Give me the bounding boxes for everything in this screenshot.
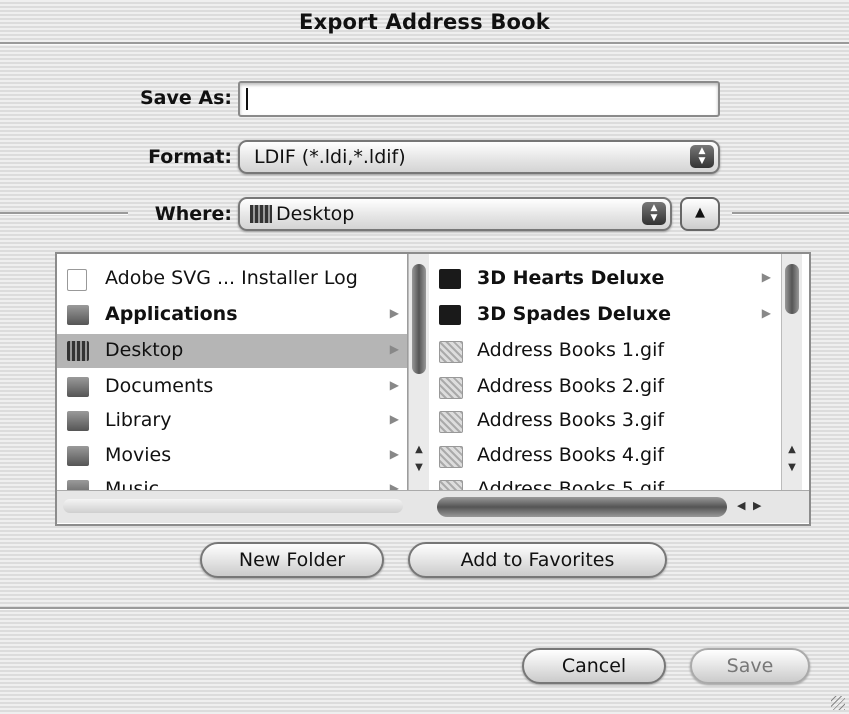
folder-icon: [67, 411, 89, 431]
format-popup[interactable]: LDIF (*.ldi,*.ldif) ▲ ▼: [238, 140, 720, 174]
folder-icon: [67, 377, 89, 397]
list-item[interactable]: Address Books 3.gif: [429, 404, 779, 438]
where-popup[interactable]: Desktop ▲ ▼: [238, 197, 672, 231]
popup-arrows-icon: ▲ ▼: [642, 202, 666, 225]
scroll-left-arrow-icon[interactable]: ◀: [737, 499, 745, 512]
image-icon: [439, 446, 463, 468]
horizontal-scrollbar[interactable]: ◀ ▶: [57, 490, 809, 523]
list-item[interactable]: 3D Hearts Deluxe ▶: [429, 262, 779, 296]
disclosure-arrow-icon: ▶: [389, 342, 399, 356]
folder-icon: [67, 305, 89, 325]
list-item[interactable]: Address Books 2.gif: [429, 370, 779, 404]
list-item[interactable]: Address Books 1.gif: [429, 334, 779, 368]
item-name: Documents: [105, 375, 214, 397]
item-name: Library: [105, 409, 172, 431]
resize-grip-icon[interactable]: [831, 696, 845, 710]
scroll-right-arrow-icon[interactable]: ▶: [753, 499, 761, 512]
list-item[interactable]: Documents ▶: [57, 370, 407, 404]
item-name: 3D Spades Deluxe: [477, 303, 671, 325]
scroll-thumb[interactable]: [785, 264, 799, 314]
browser-column-2: 3D Hearts Deluxe ▶ 3D Spades Deluxe ▶ Ad…: [429, 254, 779, 490]
text-caret: [246, 88, 248, 110]
column2-vertical-scrollbar[interactable]: ▲ ▼: [781, 254, 802, 490]
image-icon: [439, 377, 463, 399]
list-item[interactable]: Movies ▶: [57, 439, 407, 473]
save-as-input[interactable]: [238, 81, 720, 117]
disclosure-arrow-icon: ▶: [761, 306, 771, 320]
item-name: Music: [105, 478, 160, 490]
save-button[interactable]: Save: [690, 648, 810, 684]
item-name: Adobe SVG ... Installer Log: [105, 267, 358, 289]
format-label: Format:: [148, 146, 232, 168]
add-to-favorites-button[interactable]: Add to Favorites: [408, 542, 667, 578]
item-name: Address Books 1.gif: [477, 339, 665, 361]
bottom-divider: [0, 607, 849, 610]
list-item[interactable]: 3D Spades Deluxe ▶: [429, 298, 779, 332]
expand-browser-button[interactable]: ▲: [680, 197, 720, 231]
scroll-thumb[interactable]: [437, 497, 727, 517]
list-item[interactable]: Applications ▶: [57, 298, 407, 332]
scroll-track: [63, 499, 403, 513]
folder-icon: [67, 446, 89, 466]
list-item[interactable]: Address Books 4.gif: [429, 439, 779, 473]
save-as-label: Save As:: [139, 87, 232, 109]
list-item[interactable]: Library ▶: [57, 404, 407, 438]
where-value: Desktop: [276, 203, 355, 225]
where-label: Where:: [154, 203, 232, 225]
list-item-selected[interactable]: Desktop ▶: [57, 334, 407, 368]
image-icon: [439, 480, 463, 490]
item-name: Address Books 3.gif: [477, 409, 665, 431]
image-icon: [439, 411, 463, 433]
disclosure-arrow-icon: ▶: [389, 481, 399, 490]
disclosure-arrow-icon: ▶: [389, 447, 399, 461]
disclosure-arrow-icon: ▶: [389, 306, 399, 320]
new-folder-button[interactable]: New Folder: [200, 542, 384, 578]
cancel-button[interactable]: Cancel: [522, 648, 666, 684]
scroll-thumb[interactable]: [412, 264, 426, 374]
disclosure-arrow-icon: ▶: [761, 270, 771, 284]
item-name: Applications: [105, 303, 238, 325]
image-icon: [439, 341, 463, 363]
column1-vertical-scrollbar[interactable]: ▲ ▼: [408, 254, 429, 490]
application-icon: [439, 305, 461, 325]
where-divider-left: [0, 212, 128, 215]
scroll-down-arrow-icon[interactable]: ▼: [784, 462, 800, 476]
disclosure-arrow-icon: ▶: [389, 412, 399, 426]
application-icon: [439, 269, 461, 289]
folder-icon: [67, 480, 89, 490]
file-browser[interactable]: Adobe SVG ... Installer Log Applications…: [55, 252, 811, 526]
item-name: Address Books 4.gif: [477, 444, 665, 466]
title-divider: [0, 42, 849, 45]
dialog-title: Export Address Book: [299, 10, 550, 34]
list-item[interactable]: Music ▶: [57, 473, 407, 490]
triangle-up-icon: ▲: [695, 205, 705, 220]
item-name: 3D Hearts Deluxe: [477, 267, 665, 289]
desktop-icon: [67, 341, 89, 361]
popup-arrows-icon: ▲ ▼: [690, 145, 714, 168]
browser-column-1: Adobe SVG ... Installer Log Applications…: [57, 254, 408, 490]
desktop-icon: [250, 205, 272, 223]
where-divider-right: [732, 212, 849, 215]
item-name: Desktop: [105, 339, 184, 361]
list-item[interactable]: Address Books 5.gif: [429, 473, 779, 490]
scroll-up-arrow-icon[interactable]: ▲: [784, 444, 800, 458]
item-name: Movies: [105, 444, 172, 466]
disclosure-arrow-icon: ▶: [389, 378, 399, 392]
list-item[interactable]: Adobe SVG ... Installer Log: [57, 262, 407, 296]
format-value: LDIF (*.ldi,*.ldif): [254, 146, 406, 168]
document-icon: [67, 269, 87, 291]
item-name: Address Books 2.gif: [477, 375, 665, 397]
item-name: Address Books 5.gif: [477, 478, 665, 490]
scroll-down-arrow-icon[interactable]: ▼: [411, 462, 427, 476]
scroll-up-arrow-icon[interactable]: ▲: [411, 444, 427, 458]
